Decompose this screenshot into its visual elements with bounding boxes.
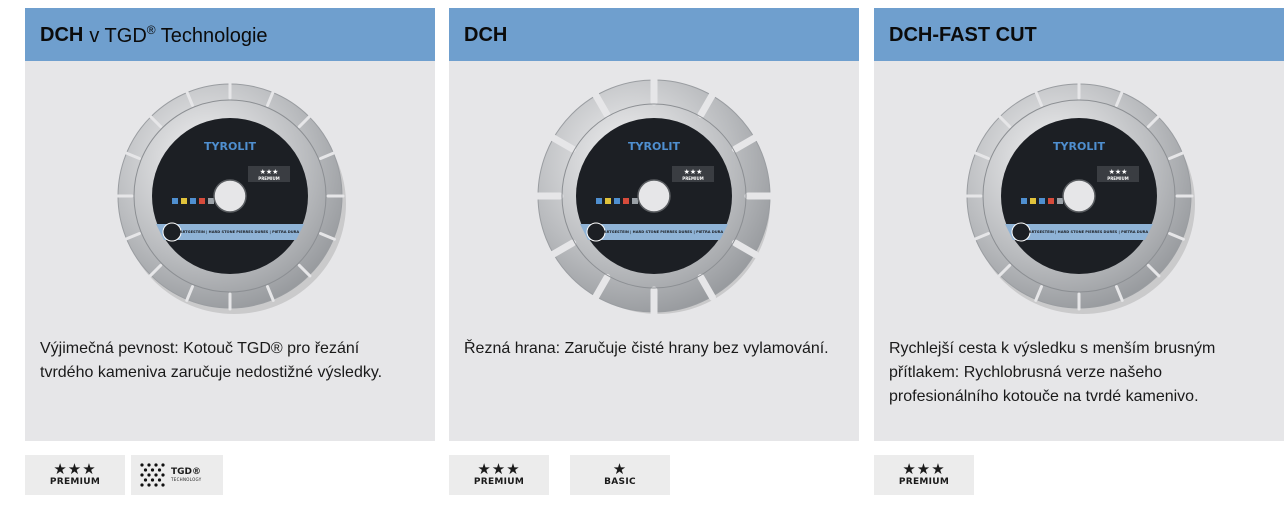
card-title[interactable]: DCH	[449, 8, 859, 61]
basic-badge: ★ BASIC	[570, 455, 670, 495]
card-body: TYROLIT ★★★ PREMIUM HARTGESTEIN | HARD STON…	[25, 61, 435, 441]
product-image[interactable]: TYROLIT ★★★ PREMIUM HARTGESTEIN | HARD STON…	[529, 71, 779, 321]
badge-label: PREMIUM	[49, 477, 101, 487]
svg-text:HARTGESTEIN | HARD STONE PIERR: HARTGESTEIN | HARD STONE PIERRES DURES |…	[177, 230, 300, 234]
svg-text:★★★: ★★★	[1109, 168, 1128, 176]
premium-badge: ★★★ PREMIUM	[874, 455, 974, 495]
stars-icon: ★★★	[53, 460, 97, 478]
card-body: TYROLIT ★★★ PREMIUM HARTGESTEIN | HARD STON…	[449, 61, 859, 441]
card-title-bold: DCH-FAST CUT	[889, 23, 1037, 46]
card-body: TYROLIT ★★★ PREMIUM HARTGESTEIN | HARD STON…	[874, 61, 1284, 441]
card-description: Řezná hrana: Zaručuje čisté hrany bez vy…	[464, 340, 829, 357]
premium-badge: ★★★ PREMIUM	[25, 455, 125, 495]
product-image[interactable]: TYROLIT ★★★ PREMIUM HARTGESTEIN | HARD STON…	[105, 71, 355, 321]
saw-blade-image: TYROLIT ★★★PREMIUM HARTGESTEIN | HARD STON…	[964, 81, 1195, 314]
svg-text:TYROLIT: TYROLIT	[628, 140, 680, 153]
tgd-sublabel: TECHNOLOGY	[171, 477, 202, 482]
svg-text:TYROLIT: TYROLIT	[204, 140, 256, 153]
card-title[interactable]: DCH v TGD® Technologie	[25, 8, 435, 61]
saw-blade-image: TYROLIT ★★★PREMIUM HARTGESTEIN | HARD STON…	[533, 75, 775, 317]
stars-icon: ★★★	[902, 460, 946, 478]
card-title-light: v TGD® Technologie	[89, 22, 268, 47]
star-icon: ★	[612, 460, 628, 478]
badge-label: PREMIUM	[898, 477, 950, 487]
premium-badge: ★★★ PREMIUM	[449, 455, 549, 495]
svg-text:PREMIUM: PREMIUM	[682, 176, 703, 181]
product-image[interactable]: TYROLIT ★★★ PREMIUM HARTGESTEIN | HARD STON…	[954, 71, 1204, 321]
card-title-bold: DCH	[40, 23, 84, 46]
stars-icon: ★★★	[477, 460, 521, 478]
tgd-label: TGD®	[171, 467, 201, 477]
card-description: Výjimečná pevnost: Kotouč TGD® pro řezán…	[40, 340, 383, 381]
svg-text:PREMIUM: PREMIUM	[258, 176, 279, 181]
card-title-bold: DCH	[464, 23, 508, 46]
product-card-dch[interactable]: DCH TYROLIT ★★★ PREMIUM HARTGESTEIN | HARD …	[449, 8, 859, 506]
badge-row: ★★★ PREMIUM TGD® TECHNOLOGY	[25, 441, 435, 506]
svg-text:★★★: ★★★	[684, 168, 703, 176]
badge-row: ★★★ PREMIUM	[874, 441, 1284, 506]
saw-blade-image: TYROLIT ★★★PREMIUM HARTGESTEIN | HARD STON…	[115, 81, 346, 314]
badge-label: BASIC	[604, 477, 636, 487]
svg-text:HARTGESTEIN | HARD STONE PIERR: HARTGESTEIN | HARD STONE PIERRES DURES |…	[601, 230, 724, 234]
svg-text:TYROLIT: TYROLIT	[1053, 140, 1105, 153]
svg-text:★★★: ★★★	[260, 168, 279, 176]
badge-label: PREMIUM	[473, 477, 525, 487]
tgd-text: TGD® TECHNOLOGY	[171, 467, 202, 483]
product-card-dch-tgd[interactable]: DCH v TGD® Technologie TYROLIT ★★★ PREMIUM…	[25, 8, 435, 506]
product-card-dch-fast-cut[interactable]: DCH-FAST CUT TYROLIT ★★★ PREMIUM HARTGESTEI…	[874, 8, 1284, 506]
tgd-pattern-icon	[140, 463, 165, 487]
svg-text:PREMIUM: PREMIUM	[1107, 176, 1128, 181]
card-description: Rychlejší cesta k výsledku s menším brus…	[889, 340, 1216, 405]
card-title[interactable]: DCH-FAST CUT	[874, 8, 1284, 61]
svg-text:HARTGESTEIN | HARD STONE PIERR: HARTGESTEIN | HARD STONE PIERRES DURES |…	[1026, 230, 1149, 234]
badge-row: ★★★ PREMIUM ★ BASIC	[449, 441, 859, 506]
tgd-technology-badge: TGD® TECHNOLOGY	[131, 455, 223, 495]
